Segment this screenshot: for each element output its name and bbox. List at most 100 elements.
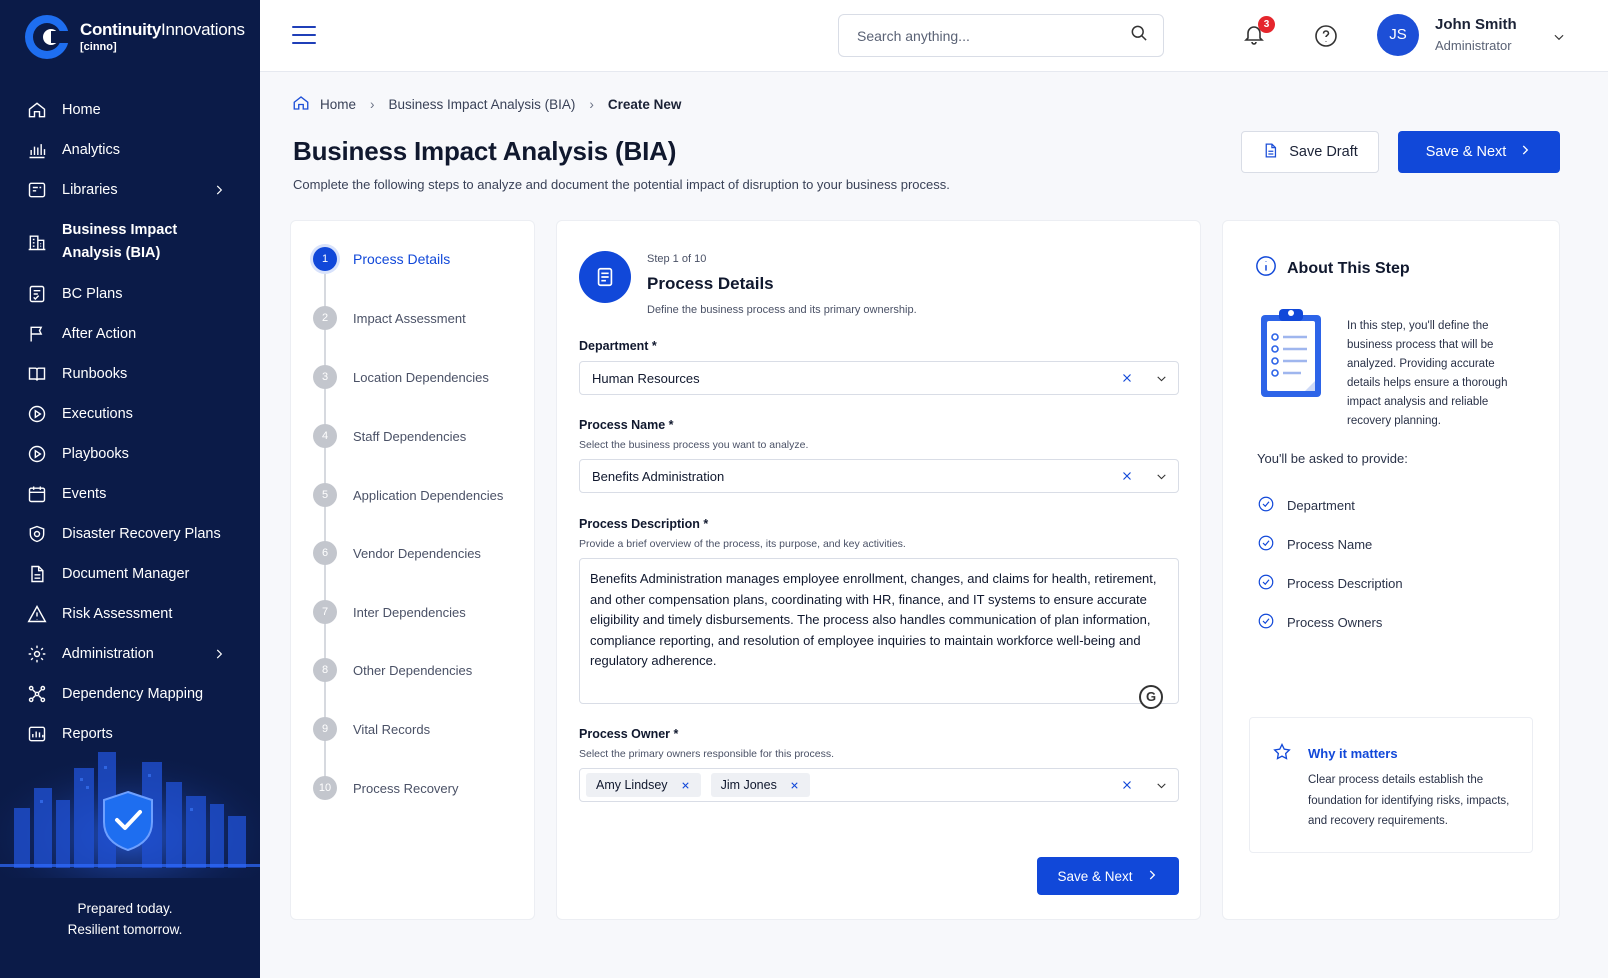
process-owner-select[interactable]: Amy Lindsey Jim Jones xyxy=(579,768,1179,802)
chevron-right-icon xyxy=(1133,868,1159,885)
sidebar-tagline: Prepared today. Resilient tomorrow. xyxy=(67,901,183,937)
process-owner-label: Process Owner * xyxy=(579,727,679,741)
sidebar-item-executions[interactable]: Executions xyxy=(0,394,260,434)
save-next-button-bottom[interactable]: Save & Next xyxy=(1037,857,1179,895)
breadcrumb-home[interactable]: Home xyxy=(320,97,356,112)
check-circle-icon xyxy=(1257,534,1287,555)
sidebar-item-runbooks[interactable]: Runbooks xyxy=(0,354,260,394)
sidebar-item-bia[interactable]: Business Impact Analysis (BIA) xyxy=(0,210,260,274)
logo-mark-icon xyxy=(24,14,71,60)
home-icon[interactable] xyxy=(292,94,320,115)
about-heading: About This Step xyxy=(1255,255,1410,282)
book-icon xyxy=(26,363,48,385)
home-icon xyxy=(26,99,48,121)
sidebar-item-document-manager[interactable]: Document Manager xyxy=(0,554,260,594)
top-bar: 3 JS John Smith Administrator xyxy=(260,0,1608,72)
step-process-details[interactable]: 1 Process Details xyxy=(313,247,450,271)
brand-name: ContinuityInnovations xyxy=(80,20,245,39)
clear-icon[interactable] xyxy=(1120,371,1134,388)
clipboard-illustration xyxy=(1253,305,1329,401)
process-name-value: Benefits Administration xyxy=(592,468,725,484)
form-description: Define the business process and its prim… xyxy=(647,304,917,316)
play-circle-icon xyxy=(26,403,48,425)
sidebar: ContinuityInnovations [cinno] Home Analy… xyxy=(0,0,260,978)
shield-icon xyxy=(26,523,48,545)
brand-sub: [cinno] xyxy=(80,41,117,53)
menu-toggle-icon[interactable] xyxy=(292,26,316,46)
step-staff-dependencies[interactable]: 4 Staff Dependencies xyxy=(313,424,466,448)
sidebar-item-events[interactable]: Events xyxy=(0,474,260,514)
chevron-down-icon[interactable] xyxy=(1552,30,1566,49)
process-name-label: Process Name * xyxy=(579,418,674,432)
clear-icon[interactable] xyxy=(1120,469,1134,486)
step-vital-records[interactable]: 9 Vital Records xyxy=(313,717,430,741)
sidebar-item-playbooks[interactable]: Playbooks xyxy=(0,434,260,474)
step-inter-dependencies[interactable]: 7 Inter Dependencies xyxy=(313,600,466,624)
process-name-help: Select the business process you want to … xyxy=(579,439,809,451)
info-icon xyxy=(1255,255,1287,282)
sidebar-item-bc-plans[interactable]: BC Plans xyxy=(0,274,260,314)
sidebar-item-home[interactable]: Home xyxy=(0,90,260,130)
search-box xyxy=(838,14,1164,57)
user-role: Administrator xyxy=(1435,38,1512,53)
help-button[interactable] xyxy=(1314,24,1338,48)
process-description-textarea[interactable]: Benefits Administration manages employee… xyxy=(579,558,1179,704)
document-icon xyxy=(26,563,48,585)
document-icon xyxy=(1262,142,1289,163)
save-next-button-top[interactable]: Save & Next xyxy=(1398,131,1560,173)
sidebar-item-disaster-recovery[interactable]: Disaster Recovery Plans xyxy=(0,514,260,554)
breadcrumb-separator-icon: › xyxy=(589,97,594,112)
chevron-right-icon xyxy=(212,183,226,201)
star-icon xyxy=(1272,742,1292,767)
building-icon xyxy=(26,231,48,253)
check-circle-icon xyxy=(1257,612,1287,633)
gear-icon xyxy=(26,643,48,665)
grammar-check-icon[interactable]: G xyxy=(1139,685,1163,709)
step-other-dependencies[interactable]: 8 Other Dependencies xyxy=(313,658,472,682)
step-process-recovery[interactable]: 10 Process Recovery xyxy=(313,776,458,800)
sidebar-item-administration[interactable]: Administration xyxy=(0,634,260,674)
check-circle-icon xyxy=(1257,573,1287,594)
notifications-button[interactable]: 3 xyxy=(1242,16,1275,50)
requirement-item: Process Description xyxy=(1257,573,1403,594)
user-menu[interactable]: John Smith Administrator xyxy=(1435,16,1517,53)
remove-chip-icon[interactable] xyxy=(680,780,691,791)
check-circle-icon xyxy=(1257,495,1287,516)
step-impact-assessment[interactable]: 2 Impact Assessment xyxy=(313,306,466,330)
process-owner-help: Select the primary owners responsible fo… xyxy=(579,748,835,760)
about-text: In this step, you'll define the business… xyxy=(1347,320,1508,427)
chevron-right-icon xyxy=(1506,143,1532,161)
sidebar-item-libraries[interactable]: Libraries xyxy=(0,170,260,210)
sidebar-item-risk-assessment[interactable]: Risk Assessment xyxy=(0,594,260,634)
chevron-down-icon[interactable] xyxy=(1155,779,1168,795)
steps-connector xyxy=(324,261,326,781)
breadcrumb-section[interactable]: Business Impact Analysis (BIA) xyxy=(389,97,576,112)
avatar[interactable]: JS xyxy=(1377,14,1419,56)
sidebar-item-analytics[interactable]: Analytics xyxy=(0,130,260,170)
step-location-dependencies[interactable]: 3 Location Dependencies xyxy=(313,365,489,389)
search-input[interactable] xyxy=(857,27,1129,44)
department-select[interactable]: Human Resources xyxy=(579,361,1179,395)
play-circle-icon xyxy=(26,443,48,465)
plan-icon xyxy=(26,283,48,305)
chevron-down-icon[interactable] xyxy=(1155,372,1168,388)
search-icon[interactable] xyxy=(1129,23,1149,48)
save-draft-button[interactable]: Save Draft xyxy=(1241,131,1379,173)
page-title: Business Impact Analysis (BIA) xyxy=(293,136,677,166)
form-panel: Step 1 of 10 Process Details Define the … xyxy=(556,220,1201,920)
library-icon xyxy=(26,179,48,201)
clear-icon[interactable] xyxy=(1120,778,1134,795)
remove-chip-icon[interactable] xyxy=(789,780,800,791)
sidebar-item-after-action[interactable]: After Action xyxy=(0,314,260,354)
help-icon xyxy=(1314,25,1338,52)
department-value: Human Resources xyxy=(592,370,700,386)
process-name-select[interactable]: Benefits Administration xyxy=(579,459,1179,493)
user-name: John Smith xyxy=(1435,16,1517,33)
step-vendor-dependencies[interactable]: 6 Vendor Dependencies xyxy=(313,541,481,565)
brand-logo[interactable]: ContinuityInnovations [cinno] xyxy=(24,14,245,60)
sidebar-nav: Home Analytics Libraries Business Impact… xyxy=(0,90,260,754)
sidebar-item-dependency-mapping[interactable]: Dependency Mapping xyxy=(0,674,260,714)
step-application-dependencies[interactable]: 5 Application Dependencies xyxy=(313,483,503,507)
chevron-down-icon[interactable] xyxy=(1155,470,1168,486)
requirement-item: Process Name xyxy=(1257,534,1372,555)
